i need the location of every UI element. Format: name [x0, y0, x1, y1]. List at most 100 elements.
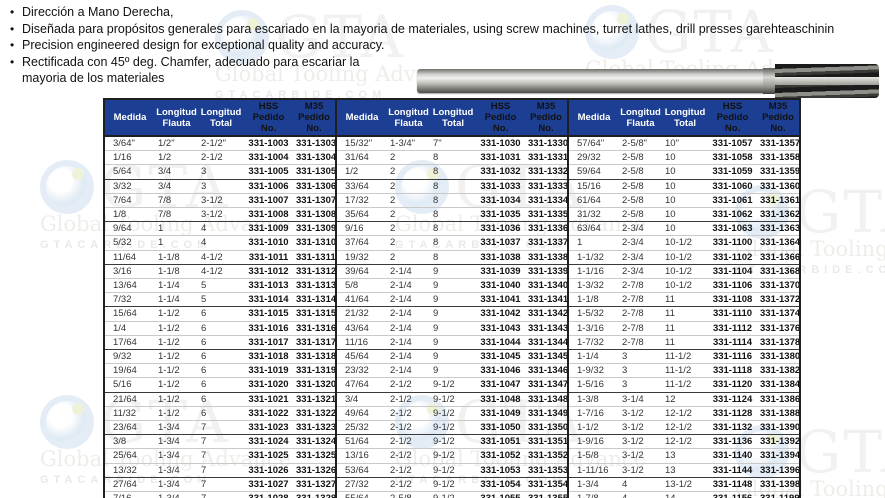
table-cell: 59/64 [568, 165, 619, 179]
table-cell: 2-5/8 [619, 151, 662, 165]
table-row: 17/641-1/26331-1017331-131711/162-1/4933… [104, 335, 800, 349]
table-cell: 2 [387, 193, 430, 207]
table-cell: 9-1/2 [430, 463, 476, 477]
column-header: LongitudFlauta [387, 99, 430, 136]
table-cell: 331-1331 [525, 151, 568, 165]
table-cell: 2 [387, 179, 430, 193]
table-cell: 331-1384 [757, 378, 800, 392]
table-cell: 1-7/32 [568, 335, 619, 349]
table-cell: 331-1028 [244, 492, 293, 498]
table-row: 3/323/43331-1006331-130633/6428331-10333… [104, 179, 800, 193]
table-cell: 2-1/4 [387, 279, 430, 293]
table-cell: 331-1322 [293, 406, 336, 420]
table-cell: 331-1315 [293, 307, 336, 321]
table-cell: 3 [198, 179, 244, 193]
table-cell: 9-1/2 [430, 421, 476, 435]
table-cell: 1 [155, 236, 198, 250]
table-cell: 331-1348 [525, 392, 568, 406]
table-cell: 6 [198, 307, 244, 321]
table-cell: 331-1330 [525, 136, 568, 151]
table-cell: 331-1102 [708, 250, 757, 264]
table-cell: 7 [198, 449, 244, 463]
table-cell: 331-1024 [244, 435, 293, 449]
table-cell: 12 [662, 392, 708, 406]
table-cell: 331-1013 [244, 279, 293, 293]
table-row: 19/641-1/26331-1019331-131923/322-1/4933… [104, 364, 800, 378]
column-header: Medida [104, 99, 155, 136]
table-cell: 1-1/4 [568, 350, 619, 364]
table-cell: 331-1036 [476, 222, 525, 236]
table-cell: 331-1009 [244, 222, 293, 236]
table-cell: 3-1/4 [619, 392, 662, 406]
table-cell: 5/64 [104, 165, 155, 179]
table-cell: 3/64" [104, 136, 155, 151]
table-cell: 331-1378 [757, 335, 800, 349]
table-cell: 1-1/2 [155, 321, 198, 335]
table-cell: 2-1/4 [387, 364, 430, 378]
table-cell: 27/64 [104, 477, 155, 491]
table-cell: 5 [198, 293, 244, 307]
table-cell: 4 [198, 222, 244, 236]
table-cell: 1-3/16 [568, 321, 619, 335]
table-cell: 331-1041 [476, 293, 525, 307]
table-cell: 11/32 [104, 406, 155, 420]
table-cell: 10 [662, 222, 708, 236]
table-cell: 2-1/2 [387, 392, 430, 406]
table-cell: 23/32 [336, 364, 387, 378]
column-header: M35Pedido No. [757, 99, 800, 136]
table-cell: 331-1039 [476, 264, 525, 278]
table-cell: 331-1370 [757, 279, 800, 293]
table-cell: 19/32 [336, 250, 387, 264]
bullet-item: Precision engineered design for exceptio… [6, 37, 834, 54]
table-cell: 33/64 [336, 179, 387, 193]
table-cell: 6 [198, 350, 244, 364]
table-cell: 331-1343 [525, 321, 568, 335]
table-cell: 331-1374 [757, 307, 800, 321]
table-cell: 331-1363 [757, 222, 800, 236]
table-cell: 9 [430, 293, 476, 307]
table-cell: 6 [198, 335, 244, 349]
table-cell: 9 [430, 279, 476, 293]
table-cell: 331-1031 [476, 151, 525, 165]
table-cell: 1-1/2 [155, 350, 198, 364]
table-cell: 331-1003 [244, 136, 293, 151]
table-row: 11/641-1/84-1/2331-1011331-131119/322833… [104, 250, 800, 264]
table-cell: 331-1311 [293, 250, 336, 264]
table-cell: 3 [619, 378, 662, 392]
table-cell: 3 [198, 165, 244, 179]
table-cell: 1-1/2 [155, 378, 198, 392]
table-cell: 2-1/2 [387, 406, 430, 420]
table-cell: 7 [198, 477, 244, 491]
table-cell: 8 [430, 236, 476, 250]
table-cell: 331-1060 [708, 179, 757, 193]
table-cell: 2-5/8 [619, 208, 662, 222]
table-cell: 9 [430, 335, 476, 349]
table-cell: 12-1/2 [662, 421, 708, 435]
table-cell: 1-3/4 [155, 421, 198, 435]
table-cell: 6 [198, 378, 244, 392]
table-cell: 331-1304 [293, 151, 336, 165]
table-cell: 1-1/2 [568, 421, 619, 435]
table-cell: 1-3/8 [568, 392, 619, 406]
table-cell: 3/4 [336, 392, 387, 406]
table-cell: 331-1156 [708, 492, 757, 498]
table-cell: 331-1317 [293, 335, 336, 349]
table-cell: 13/32 [104, 463, 155, 477]
reamer-size-table: MedidaLongitudFlautaLongitudTotalHSSPedi… [103, 98, 801, 498]
table-cell: 19/64 [104, 364, 155, 378]
table-cell: 331-1324 [293, 435, 336, 449]
column-header: LongitudTotal [430, 99, 476, 136]
table-cell: 2-1/4 [387, 307, 430, 321]
table-cell: 1-5/8 [568, 449, 619, 463]
reamer-shank [417, 69, 765, 93]
table-cell: 15/32" [336, 136, 387, 151]
table-cell: 10-1/2 [662, 236, 708, 250]
table-cell: 11 [662, 293, 708, 307]
table-cell: 11/16 [336, 335, 387, 349]
table-cell: 331-1034 [476, 193, 525, 207]
table-row: 5/643/43331-1005331-13051/228331-1032331… [104, 165, 800, 179]
table-cell: 7 [198, 421, 244, 435]
table-cell: 331-1358 [757, 151, 800, 165]
table-cell: 7/8 [155, 208, 198, 222]
table-cell: 331-1321 [293, 392, 336, 406]
